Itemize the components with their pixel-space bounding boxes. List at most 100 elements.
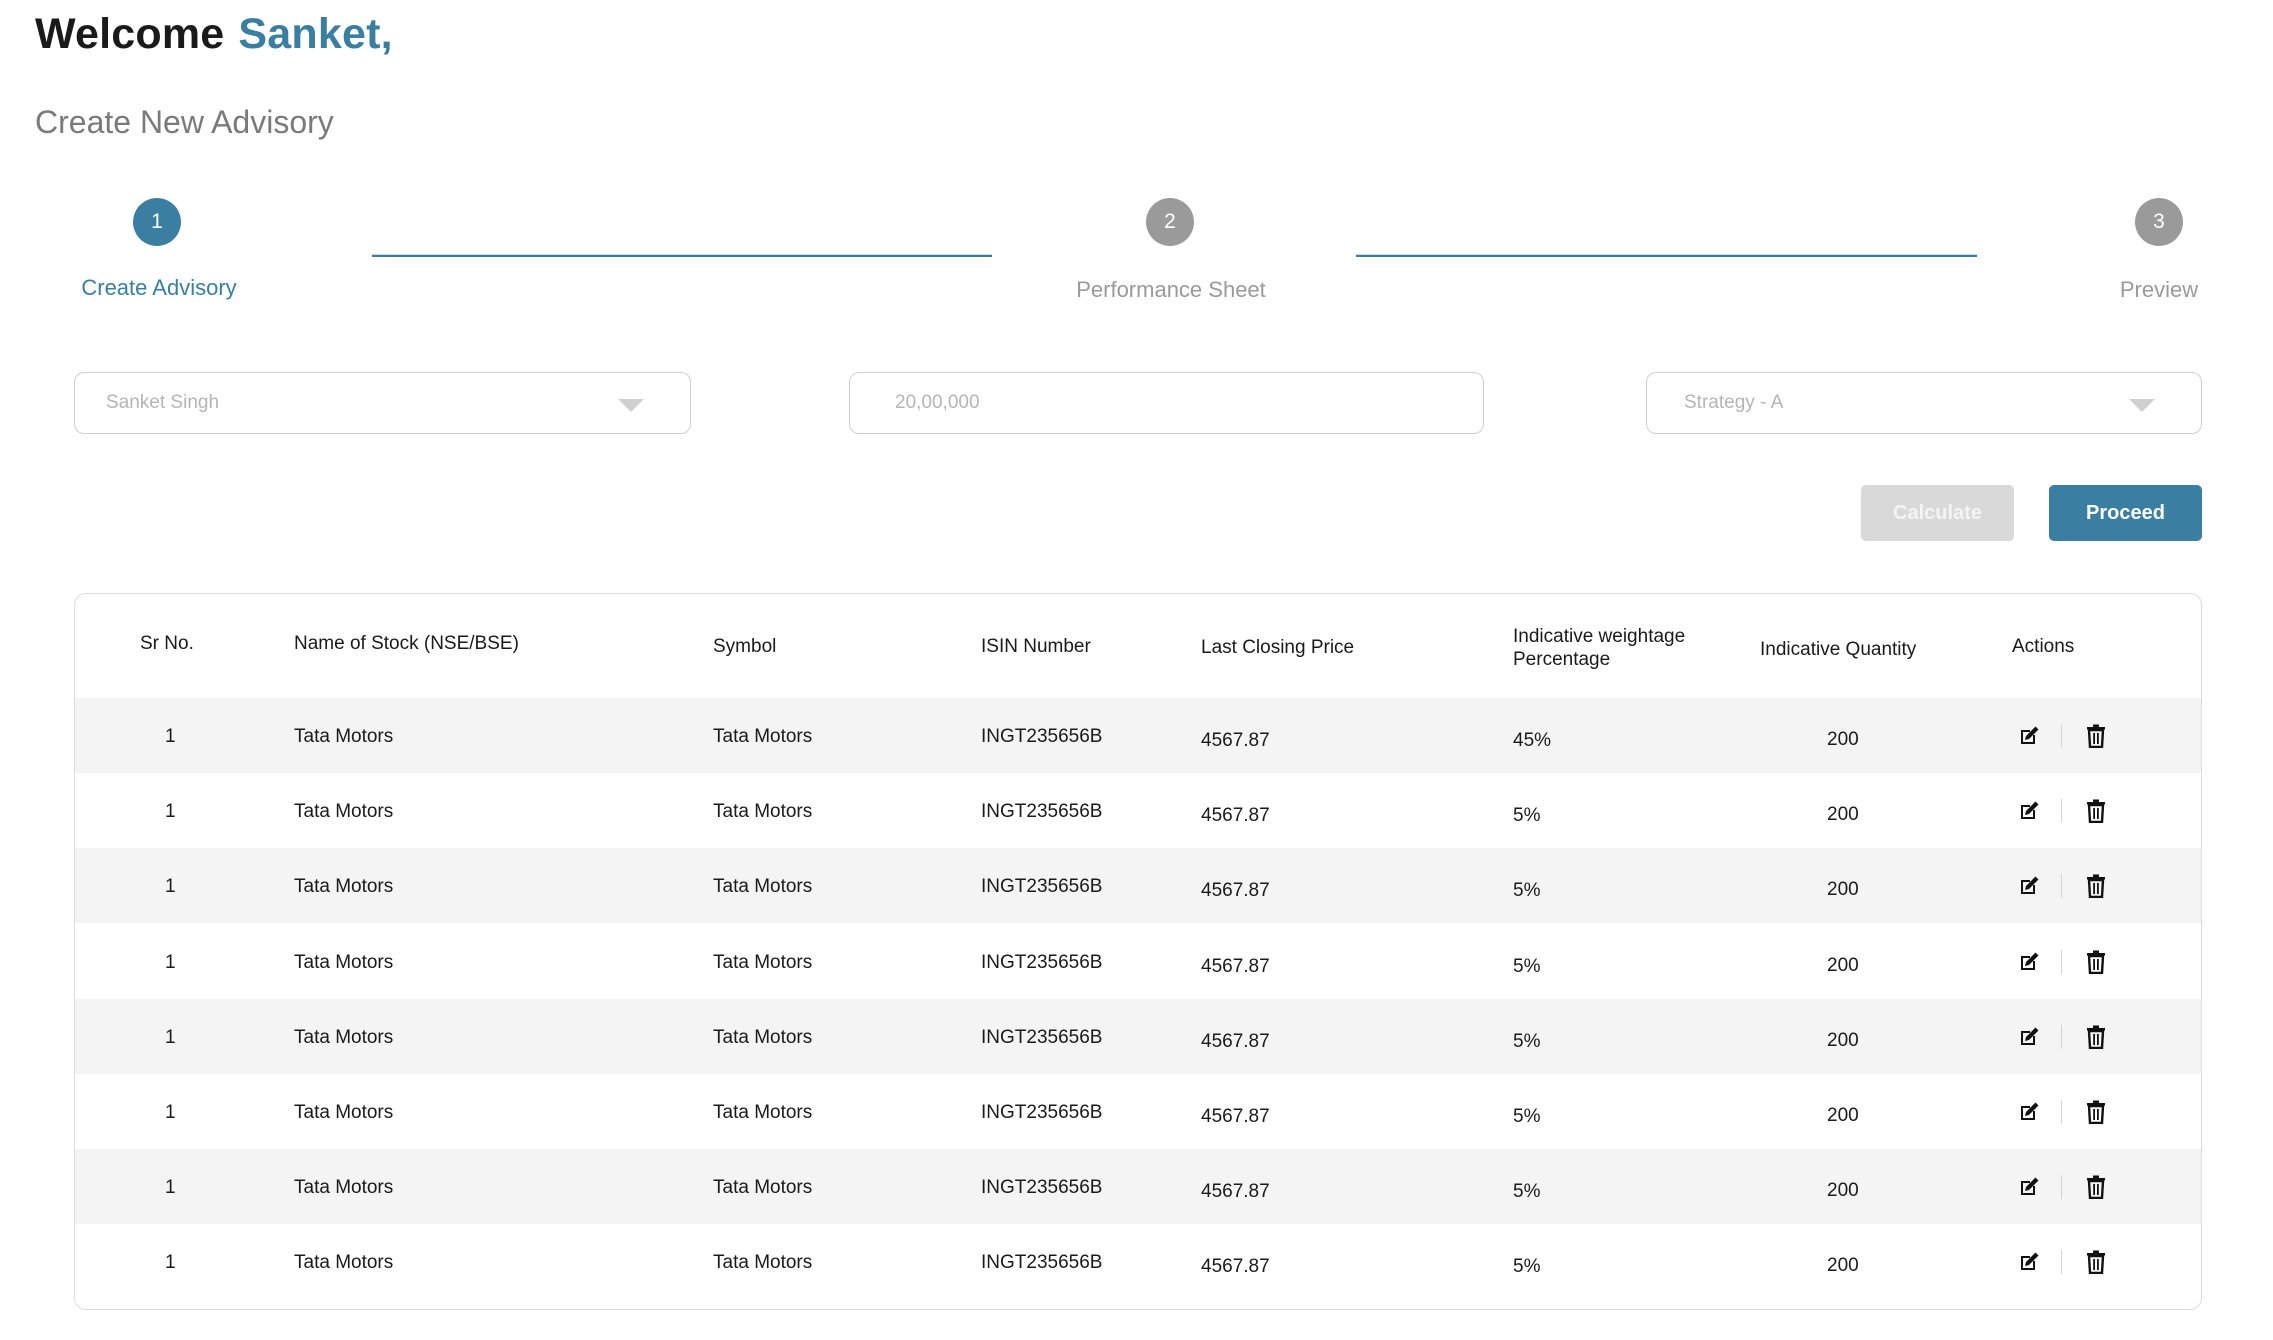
cell-sr-no: 1 — [165, 876, 176, 897]
user-name: Sanket, — [238, 10, 393, 58]
delete-icon[interactable] — [2082, 797, 2110, 825]
delete-icon[interactable] — [2082, 1173, 2110, 1201]
delete-icon[interactable] — [2082, 722, 2110, 750]
step-1-label[interactable]: Create Advisory — [81, 275, 236, 301]
cell-weightage: 45% — [1513, 730, 1552, 751]
cell-quantity: 200 — [1827, 1255, 1859, 1276]
edit-icon[interactable] — [2015, 948, 2043, 976]
cell-sr-no: 1 — [165, 1177, 176, 1198]
cell-isin: INGT235656B — [981, 876, 1103, 897]
step-3-label[interactable]: Preview — [2120, 277, 2198, 303]
amount-input[interactable] — [895, 392, 1483, 414]
step-1-circle[interactable]: 1 — [133, 198, 181, 246]
delete-icon[interactable] — [2082, 1248, 2110, 1276]
welcome-heading: Welcome Sanket, — [35, 10, 393, 59]
cell-symbol: Tata Motors — [713, 1177, 813, 1198]
cell-quantity: 200 — [1827, 804, 1859, 825]
cell-symbol: Tata Motors — [713, 726, 813, 747]
action-divider — [2061, 874, 2062, 898]
row-actions — [2015, 948, 2110, 976]
edit-icon[interactable] — [2015, 1023, 2043, 1051]
table-row: 1 Tata Motors Tata Motors INGT235656B 4567.8… — [75, 773, 2201, 848]
strategy-select[interactable]: Strategy - A — [1646, 372, 2202, 434]
table-row: 1 Tata Motors Tata Motors INGT235656B 4567.8… — [75, 698, 2201, 773]
table-header: Sr No. Name of Stock (NSE/BSE) Symbol IS… — [75, 594, 2201, 698]
column-header-sr-no: Sr No. — [140, 633, 194, 654]
row-actions — [2015, 1098, 2110, 1126]
action-divider — [2061, 1250, 2062, 1274]
cell-isin: INGT235656B — [981, 1177, 1103, 1198]
cell-isin: INGT235656B — [981, 1027, 1103, 1048]
cell-last-closing-price: 4567.87 — [1201, 956, 1270, 977]
column-header-symbol: Symbol — [713, 636, 777, 657]
strategy-select-value: Strategy - A — [1684, 392, 1784, 413]
client-select-value: Sanket Singh — [106, 392, 220, 413]
action-divider — [2061, 724, 2062, 748]
column-header-stock-name: Name of Stock (NSE/BSE) — [294, 633, 519, 654]
action-divider — [2061, 950, 2062, 974]
edit-icon[interactable] — [2015, 722, 2043, 750]
page-title: Create New Advisory — [35, 104, 334, 140]
cell-quantity: 200 — [1827, 1030, 1859, 1051]
cell-weightage: 5% — [1513, 880, 1541, 901]
column-header-last-closing-price: Last Closing Price — [1201, 637, 1355, 658]
cell-quantity: 200 — [1827, 1180, 1859, 1201]
cell-last-closing-price: 4567.87 — [1201, 1106, 1270, 1127]
cell-quantity: 200 — [1827, 955, 1859, 976]
action-divider — [2061, 1025, 2062, 1049]
cell-last-closing-price: 4567.87 — [1201, 1256, 1270, 1277]
row-actions — [2015, 1248, 2110, 1276]
edit-icon[interactable] — [2015, 1248, 2043, 1276]
cell-last-closing-price: 4567.87 — [1201, 1181, 1270, 1202]
column-header-quantity: Indicative Quantity — [1760, 639, 1917, 660]
cell-last-closing-price: 4567.87 — [1201, 805, 1270, 826]
cell-isin: INGT235656B — [981, 726, 1103, 747]
edit-icon[interactable] — [2015, 1098, 2043, 1126]
cell-symbol: Tata Motors — [713, 1252, 813, 1273]
cell-sr-no: 1 — [165, 726, 176, 747]
row-actions — [2015, 722, 2110, 750]
edit-icon[interactable] — [2015, 872, 2043, 900]
cell-symbol: Tata Motors — [713, 1027, 813, 1048]
row-actions — [2015, 872, 2110, 900]
client-select[interactable]: Sanket Singh — [74, 372, 691, 434]
step-3-circle[interactable]: 3 — [2135, 198, 2183, 246]
cell-weightage: 5% — [1513, 956, 1541, 977]
chevron-down-icon — [2129, 399, 2155, 412]
cell-isin: INGT235656B — [981, 801, 1103, 822]
step-connector-1 — [372, 255, 992, 257]
cell-stock-name: Tata Motors — [294, 1102, 394, 1123]
table-row: 1 Tata Motors Tata Motors INGT235656B 4567.8… — [75, 999, 2201, 1074]
cell-sr-no: 1 — [165, 1252, 176, 1273]
table-row: 1 Tata Motors Tata Motors INGT235656B 4567.8… — [75, 848, 2201, 923]
step-2-circle[interactable]: 2 — [1146, 198, 1194, 246]
cell-stock-name: Tata Motors — [294, 1177, 394, 1198]
edit-icon[interactable] — [2015, 1173, 2043, 1201]
cell-stock-name: Tata Motors — [294, 1252, 394, 1273]
edit-icon[interactable] — [2015, 797, 2043, 825]
holdings-table: Sr No. Name of Stock (NSE/BSE) Symbol IS… — [74, 593, 2202, 1310]
table-row: 1 Tata Motors Tata Motors INGT235656B 4567.8… — [75, 1074, 2201, 1149]
cell-last-closing-price: 4567.87 — [1201, 880, 1270, 901]
cell-sr-no: 1 — [165, 952, 176, 973]
table-row: 1 Tata Motors Tata Motors INGT235656B 4567.8… — [75, 924, 2201, 999]
cell-stock-name: Tata Motors — [294, 726, 394, 747]
action-divider — [2061, 1175, 2062, 1199]
delete-icon[interactable] — [2082, 1098, 2110, 1126]
cell-quantity: 200 — [1827, 879, 1859, 900]
delete-icon[interactable] — [2082, 1023, 2110, 1051]
proceed-button[interactable]: Proceed — [2049, 485, 2202, 541]
delete-icon[interactable] — [2082, 872, 2110, 900]
cell-stock-name: Tata Motors — [294, 1027, 394, 1048]
cell-symbol: Tata Motors — [713, 952, 813, 973]
cell-last-closing-price: 4567.87 — [1201, 730, 1270, 751]
cell-stock-name: Tata Motors — [294, 801, 394, 822]
cell-weightage: 5% — [1513, 1031, 1541, 1052]
column-header-weightage: Indicative weightage Percentage — [1513, 626, 1686, 670]
calculate-button[interactable]: Calculate — [1861, 485, 2014, 541]
column-header-isin: ISIN Number — [981, 636, 1091, 657]
delete-icon[interactable] — [2082, 948, 2110, 976]
cell-sr-no: 1 — [165, 1102, 176, 1123]
step-2-label[interactable]: Performance Sheet — [1076, 277, 1266, 303]
amount-field[interactable] — [849, 372, 1484, 434]
